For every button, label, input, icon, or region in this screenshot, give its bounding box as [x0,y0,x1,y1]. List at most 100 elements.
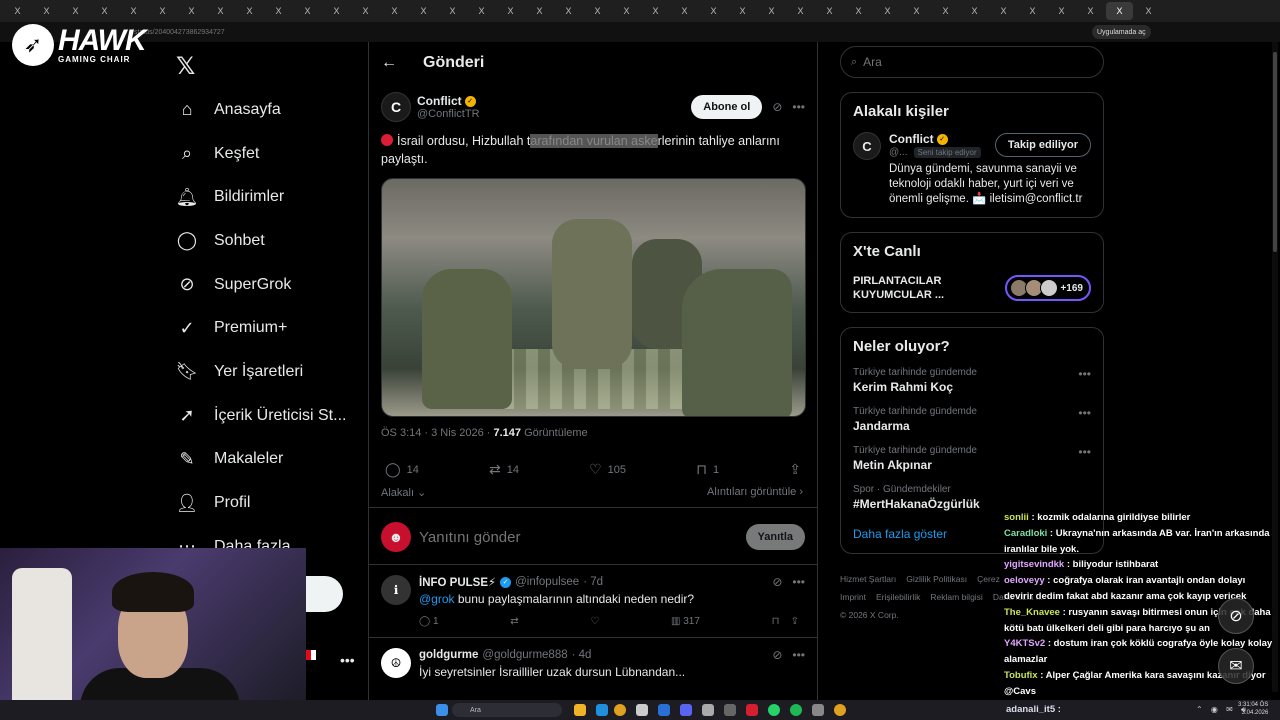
x-logo-icon[interactable]: 𝕏 [176,52,195,81]
browser-tab[interactable]: X [265,2,292,20]
more-options-icon[interactable]: ••• [1078,367,1091,394]
reply-button[interactable]: Yanıtla [745,524,805,550]
live-space[interactable]: PIRLANTACILAR KUYUMCULAR ... +169 [853,274,1091,302]
subscribe-button[interactable]: Abone ol [691,95,763,119]
more-options-icon[interactable]: ••• [1078,406,1091,433]
app-icon[interactable] [574,704,586,716]
browser-tab[interactable]: X [178,2,205,20]
bookmark-action[interactable]: ⊓ 1 [696,461,719,478]
browser-tab[interactable]: X [1048,2,1075,20]
avatar[interactable]: ☮ [381,648,411,678]
footer-link[interactable]: Hizmet Şartları [840,574,896,584]
browser-tab[interactable]: X [584,2,611,20]
scrollbar-thumb[interactable] [1273,52,1277,252]
browser-tab[interactable]: X [961,2,988,20]
back-arrow-icon[interactable]: ← [381,54,397,72]
like-action[interactable]: ♡ 105 [589,461,626,478]
nav-item-notifications[interactable]: 🔔︎ Bildirimler [172,175,346,219]
reply-author-handle[interactable]: @infopulsee [515,576,579,588]
taskbar-search[interactable]: Ara [452,703,562,717]
reply-input[interactable] [419,528,746,546]
browser-tab[interactable]: X [439,2,466,20]
search-input[interactable] [863,55,1019,69]
mention-link[interactable]: @grok [419,592,455,606]
trend-item[interactable]: Spor · Gündemdekiler #MertHakanaÖzgürlük [853,484,1091,511]
views-action[interactable]: ▥ 317 [671,616,700,627]
browser-tab[interactable]: X [671,2,698,20]
footer-link[interactable]: Çerez [977,574,1000,584]
browser-tab[interactable]: X [787,2,814,20]
live-listeners-pill[interactable]: +169 [1005,275,1091,301]
browser-tab[interactable]: X [120,2,147,20]
browser-tab[interactable]: X [729,2,756,20]
trend-item[interactable]: Türkiye tarihinde gündemde Jandarma ••• [853,406,1091,433]
share-action[interactable]: ⇪ [789,461,801,478]
nav-item-profile[interactable]: 👤︎ Profil [172,481,346,525]
chrome-icon[interactable] [614,704,626,716]
windows-start-icon[interactable] [436,704,448,716]
browser-tab[interactable]: X [845,2,872,20]
avatar[interactable]: ℹ [381,575,411,605]
taskbar-clock[interactable]: 3:31:04 ÖS 3.04.2026 [1238,701,1268,717]
app-icon[interactable] [658,704,670,716]
browser-tab[interactable]: X [4,2,31,20]
list-item[interactable]: ℹ İNFO PULSE⚡ ✓ @infopulsee · 7d ⊘ ••• @g… [369,565,817,638]
footer-link[interactable]: Reklam bilgisi [930,592,982,602]
browser-tab[interactable]: X [381,2,408,20]
browser-tab[interactable]: X [932,2,959,20]
avatar[interactable]: C [853,132,881,160]
chrome-icon[interactable] [834,704,846,716]
post-button[interactable] [306,576,343,612]
browser-tab[interactable]: X [236,2,263,20]
grok-icon[interactable]: ⊘ [772,575,782,589]
browser-tab[interactable]: X [816,2,843,20]
footer-link[interactable]: Erişilebilirlik [876,592,920,602]
nav-item-articles[interactable]: ✎ Makaleler [172,438,346,482]
reply-author-name[interactable]: İNFO PULSE⚡ [419,575,496,589]
browser-tab[interactable]: X [555,2,582,20]
related-dropdown[interactable]: Alakalı ⌄ [381,486,426,499]
browser-tab[interactable]: X [642,2,669,20]
author-name[interactable]: Conflict ✓ [417,94,691,108]
nav-item-bookmarks[interactable]: 🔖︎ Yer İşaretleri [172,350,346,394]
related-person[interactable]: C Conflict ✓ @... Seni takip ediyor Takip … [853,132,1091,207]
avatar[interactable]: C [381,92,411,122]
browser-tab[interactable]: X [758,2,785,20]
browser-tab[interactable]: X [526,2,553,20]
browser-tab[interactable]: X [1019,2,1046,20]
browser-tab[interactable]: X [497,2,524,20]
whatsapp-icon[interactable] [768,704,780,716]
search-box[interactable]: ⌕ [840,46,1104,78]
browser-tab[interactable]: X [149,2,176,20]
messages-float-icon[interactable]: ✉ [1218,648,1254,684]
following-button[interactable]: Takip ediliyor [994,133,1091,157]
nav-item-supergrok[interactable]: ⊘ SuperGrok [172,263,346,307]
account-more-icon[interactable]: ••• [340,652,355,668]
trend-item[interactable]: Türkiye tarihinde gündemde Metin Akpınar … [853,445,1091,472]
reply-action[interactable]: ◯ 1 [419,616,439,627]
browser-tab[interactable]: X [1135,2,1162,20]
grok-float-icon[interactable]: ⊘ [1218,598,1254,634]
more-options-icon[interactable]: ••• [792,575,805,589]
repost-action[interactable]: ⇄ 14 [489,461,519,478]
list-item[interactable]: ☮ goldgurme @goldgurme888 · 4d ⊘ ••• İyi … [369,638,817,689]
heart-icon[interactable]: ♡ [590,616,599,627]
browser-tab[interactable]: X [91,2,118,20]
reply-time[interactable]: · 4d [572,649,592,661]
app-icon[interactable] [702,704,714,716]
related-person-name[interactable]: Conflict ✓ [889,132,981,146]
more-options-icon[interactable]: ••• [792,648,805,662]
view-quotes-link[interactable]: Alıntıları görüntüle › [707,486,803,499]
reply-time[interactable]: · 7d [583,576,603,588]
reply-author-name[interactable]: goldgurme [419,649,478,661]
browser-tab[interactable]: X [990,2,1017,20]
grok-icon[interactable]: ⊘ [772,648,782,662]
browser-tab[interactable]: X [903,2,930,20]
nav-item-creator-studio[interactable]: ➚ İçerik Üreticisi St... [172,394,346,438]
more-options-icon[interactable]: ••• [792,100,805,114]
more-options-icon[interactable]: ••• [1078,445,1091,472]
discord-icon[interactable] [680,704,692,716]
browser-tab[interactable]: X [33,2,60,20]
nav-item-premium[interactable]: ✓ Premium+ [172,306,346,350]
browser-tab[interactable]: X [1106,2,1133,20]
